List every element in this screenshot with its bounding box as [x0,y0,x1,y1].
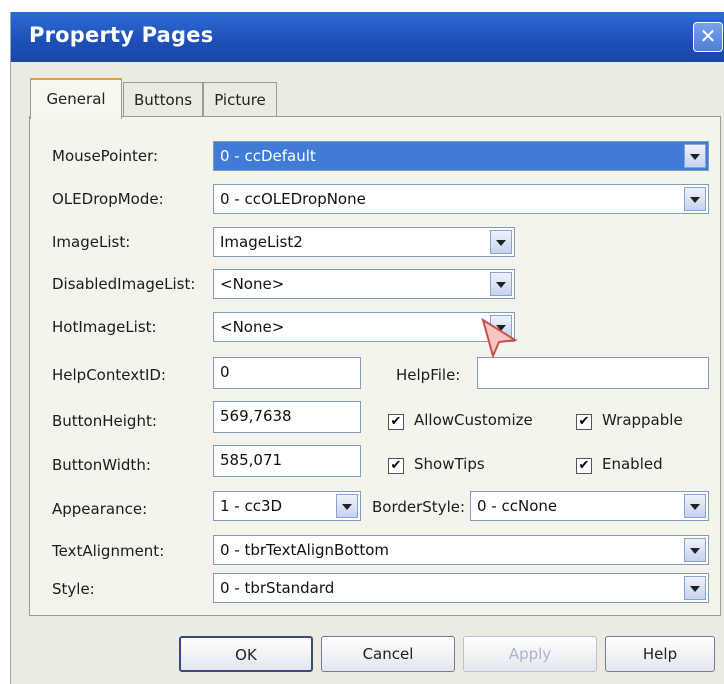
button-width-value: 585,071 [220,451,283,469]
button-height-label: ButtonHeight: [52,412,157,430]
enabled-label: Enabled [602,455,663,473]
ok-button[interactable]: OK [179,636,313,672]
title-bar[interactable]: Property Pages ✕ [11,12,724,62]
tab-picture[interactable]: Picture [203,82,277,117]
hot-image-list-label: HotImageList: [52,318,157,336]
appearance-label: Appearance: [52,500,148,518]
tab-buttons[interactable]: Buttons [123,82,203,117]
appearance-value: 1 - cc3D [220,497,283,515]
window-title: Property Pages [29,23,214,47]
help-context-id-value: 0 [220,363,230,381]
chevron-down-icon[interactable] [684,576,706,600]
tab-general[interactable]: General [30,78,122,119]
show-tips-checkbox[interactable]: ✔ [388,458,404,474]
disabled-image-list-label: DisabledImageList: [52,275,196,293]
disabled-image-list-value: <None> [220,275,285,293]
mouse-pointer-select[interactable]: 0 - ccDefault [213,141,709,171]
chevron-down-icon[interactable] [684,187,706,211]
button-height-input[interactable]: 569,7638 [213,401,361,433]
chevron-down-icon[interactable] [336,494,358,518]
mouse-pointer-label: MousePointer: [52,147,159,165]
mouse-pointer-value: 0 - ccDefault [220,147,316,165]
chevron-down-icon[interactable] [684,144,706,168]
button-height-value: 569,7638 [220,407,292,425]
style-label: Style: [52,580,95,598]
button-width-input[interactable]: 585,071 [213,445,361,477]
hot-image-list-value: <None> [220,318,285,336]
allow-customize-label: AllowCustomize [414,411,533,429]
hot-image-list-select[interactable]: <None> [213,312,515,342]
help-file-input[interactable] [477,357,709,389]
border-style-select[interactable]: 0 - ccNone [470,491,709,521]
mouse-cursor-icon [481,318,517,358]
chevron-down-icon[interactable] [684,538,706,562]
close-button[interactable]: ✕ [693,22,723,52]
help-button[interactable]: Help [605,636,715,672]
allow-customize-checkbox[interactable]: ✔ [388,414,404,430]
chevron-down-icon[interactable] [490,230,512,254]
border-style-value: 0 - ccNone [477,497,558,515]
enabled-checkbox[interactable]: ✔ [576,458,592,474]
button-width-label: ButtonWidth: [52,456,151,474]
cancel-button[interactable]: Cancel [321,636,455,672]
image-list-select[interactable]: ImageList2 [213,227,515,257]
help-context-id-input[interactable]: 0 [213,357,361,389]
general-tab-panel: MousePointer: 0 - ccDefault OLEDropMode:… [29,116,721,616]
close-icon: ✕ [699,24,717,48]
chevron-down-icon[interactable] [684,494,706,518]
style-value: 0 - tbrStandard [220,579,335,597]
show-tips-label: ShowTips [414,455,485,473]
text-alignment-value: 0 - tbrTextAlignBottom [220,541,390,559]
help-context-id-label: HelpContextID: [52,366,166,384]
image-list-value: ImageList2 [220,233,303,251]
text-alignment-label: TextAlignment: [52,542,165,560]
appearance-select[interactable]: 1 - cc3D [213,491,361,521]
ole-drop-mode-select[interactable]: 0 - ccOLEDropNone [213,184,709,214]
help-file-label: HelpFile: [396,366,461,384]
wrappable-checkbox[interactable]: ✔ [576,414,592,430]
image-list-label: ImageList: [52,233,131,251]
chevron-down-icon[interactable] [490,272,512,296]
ole-drop-mode-value: 0 - ccOLEDropNone [220,190,366,208]
style-select[interactable]: 0 - tbrStandard [213,573,709,603]
wrappable-label: Wrappable [602,411,683,429]
text-alignment-select[interactable]: 0 - tbrTextAlignBottom [213,535,709,565]
ole-drop-mode-label: OLEDropMode: [52,190,164,208]
disabled-image-list-select[interactable]: <None> [213,269,515,299]
border-style-label: BorderStyle: [372,498,466,516]
apply-button[interactable]: Apply [463,636,597,672]
property-pages-window: Property Pages ✕ General Buttons Picture… [10,12,724,684]
